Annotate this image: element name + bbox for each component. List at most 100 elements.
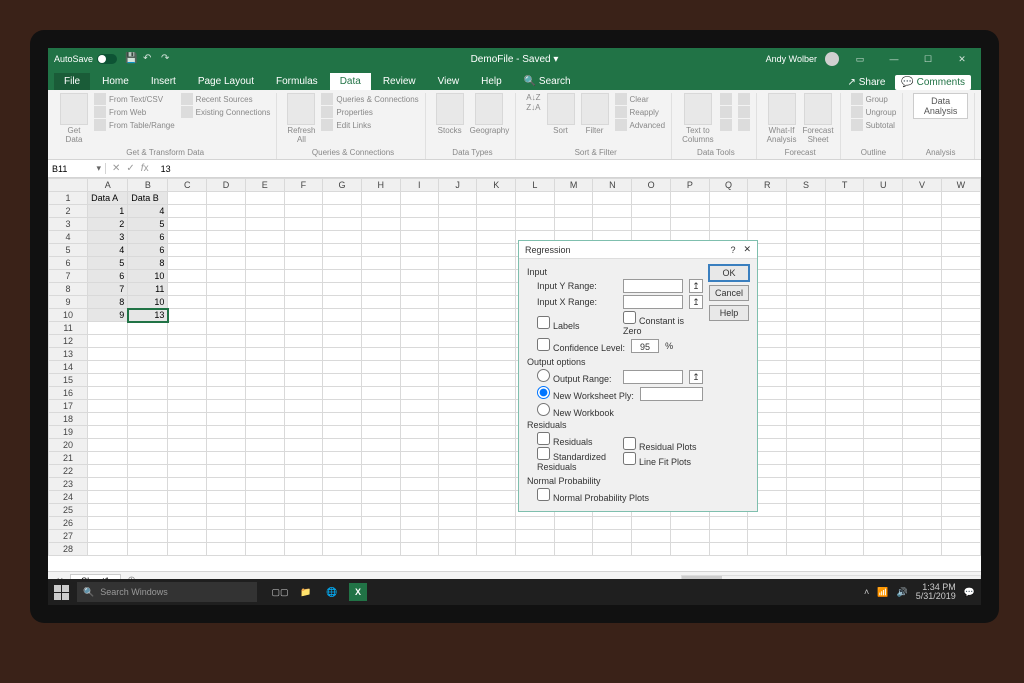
cell-H15[interactable]	[361, 374, 400, 387]
col-header-H[interactable]: H	[361, 179, 400, 192]
dialog-help-icon[interactable]: ?	[730, 245, 735, 255]
cell-J7[interactable]	[438, 270, 477, 283]
cell-C9[interactable]	[168, 296, 207, 309]
cell-S8[interactable]	[787, 283, 826, 296]
col-header-D[interactable]: D	[207, 179, 246, 192]
cell-F16[interactable]	[284, 387, 323, 400]
cell-G16[interactable]	[323, 387, 362, 400]
cell-F26[interactable]	[284, 517, 323, 530]
cell-U9[interactable]	[864, 296, 903, 309]
cell-H24[interactable]	[361, 491, 400, 504]
cell-D23[interactable]	[207, 478, 246, 491]
cell-L28[interactable]	[516, 543, 555, 556]
cell-C16[interactable]	[168, 387, 207, 400]
volume-icon[interactable]: 🔊	[897, 587, 908, 598]
cell-E19[interactable]	[245, 426, 284, 439]
cell-G8[interactable]	[323, 283, 362, 296]
cell-V26[interactable]	[903, 517, 942, 530]
cell-T27[interactable]	[825, 530, 864, 543]
cell-C1[interactable]	[168, 192, 207, 205]
cell-T15[interactable]	[825, 374, 864, 387]
cell-G5[interactable]	[323, 244, 362, 257]
cell-J4[interactable]	[438, 231, 477, 244]
cell-C20[interactable]	[168, 439, 207, 452]
cell-A12[interactable]	[88, 335, 128, 348]
cell-H23[interactable]	[361, 478, 400, 491]
cell-A5[interactable]: 4	[88, 244, 128, 257]
cell-V8[interactable]	[903, 283, 942, 296]
cell-B20[interactable]	[128, 439, 168, 452]
cell-V18[interactable]	[903, 413, 942, 426]
row-header-22[interactable]: 22	[49, 465, 88, 478]
cell-I27[interactable]	[400, 530, 438, 543]
cell-J21[interactable]	[438, 452, 477, 465]
help-button[interactable]: Help	[709, 305, 749, 321]
cell-E2[interactable]	[245, 205, 284, 218]
cell-U26[interactable]	[864, 517, 903, 530]
whatif-icon[interactable]	[768, 93, 796, 125]
cell-U28[interactable]	[864, 543, 903, 556]
cell-B9[interactable]: 10	[128, 296, 168, 309]
cell-I10[interactable]	[400, 309, 438, 322]
row-header-24[interactable]: 24	[49, 491, 88, 504]
cell-V28[interactable]	[903, 543, 942, 556]
cell-V1[interactable]	[903, 192, 942, 205]
cell-U13[interactable]	[864, 348, 903, 361]
cell-F22[interactable]	[284, 465, 323, 478]
get-data-icon[interactable]	[60, 93, 88, 125]
cell-W8[interactable]	[941, 283, 980, 296]
cell-C17[interactable]	[168, 400, 207, 413]
cell-N27[interactable]	[593, 530, 632, 543]
cell-C15[interactable]	[168, 374, 207, 387]
cell-W10[interactable]	[941, 309, 980, 322]
cell-K5[interactable]	[477, 244, 516, 257]
cell-N26[interactable]	[593, 517, 632, 530]
cell-G9[interactable]	[323, 296, 362, 309]
row-header-7[interactable]: 7	[49, 270, 88, 283]
cell-O3[interactable]	[632, 218, 671, 231]
cell-C27[interactable]	[168, 530, 207, 543]
cell-C7[interactable]	[168, 270, 207, 283]
cell-K10[interactable]	[477, 309, 516, 322]
cell-C19[interactable]	[168, 426, 207, 439]
ribbon-options-icon[interactable]: ▭	[847, 54, 873, 65]
col-header-O[interactable]: O	[632, 179, 671, 192]
cell-P1[interactable]	[670, 192, 709, 205]
cell-H10[interactable]	[361, 309, 400, 322]
cell-W15[interactable]	[941, 374, 980, 387]
cell-A8[interactable]: 7	[88, 283, 128, 296]
cell-U20[interactable]	[864, 439, 903, 452]
sort-az-icon[interactable]: A↓Z	[526, 93, 540, 102]
cell-F1[interactable]	[284, 192, 323, 205]
cell-K24[interactable]	[477, 491, 516, 504]
cell-W4[interactable]	[941, 231, 980, 244]
cell-V7[interactable]	[903, 270, 942, 283]
cell-H5[interactable]	[361, 244, 400, 257]
clear-button[interactable]: Clear	[615, 93, 666, 105]
cell-I1[interactable]	[400, 192, 438, 205]
cell-A1[interactable]: Data A	[88, 192, 128, 205]
share-button[interactable]: ↗ Share	[848, 77, 886, 88]
cell-E1[interactable]	[245, 192, 284, 205]
cell-N1[interactable]	[593, 192, 632, 205]
cell-C13[interactable]	[168, 348, 207, 361]
cell-D28[interactable]	[207, 543, 246, 556]
cell-U2[interactable]	[864, 205, 903, 218]
cell-W3[interactable]	[941, 218, 980, 231]
cell-T12[interactable]	[825, 335, 864, 348]
row-header-19[interactable]: 19	[49, 426, 88, 439]
cell-D15[interactable]	[207, 374, 246, 387]
cell-D13[interactable]	[207, 348, 246, 361]
cell-G2[interactable]	[323, 205, 362, 218]
cell-U23[interactable]	[864, 478, 903, 491]
cell-U25[interactable]	[864, 504, 903, 517]
cell-B25[interactable]	[128, 504, 168, 517]
spreadsheet-grid[interactable]: ABCDEFGHIJKLMNOPQRSTUVW1Data AData B2143…	[48, 178, 981, 571]
cell-E18[interactable]	[245, 413, 284, 426]
cell-S23[interactable]	[787, 478, 826, 491]
cell-V10[interactable]	[903, 309, 942, 322]
cell-C11[interactable]	[168, 322, 207, 335]
tab-view[interactable]: View	[428, 73, 470, 90]
col-header-A[interactable]: A	[88, 179, 128, 192]
cell-F24[interactable]	[284, 491, 323, 504]
